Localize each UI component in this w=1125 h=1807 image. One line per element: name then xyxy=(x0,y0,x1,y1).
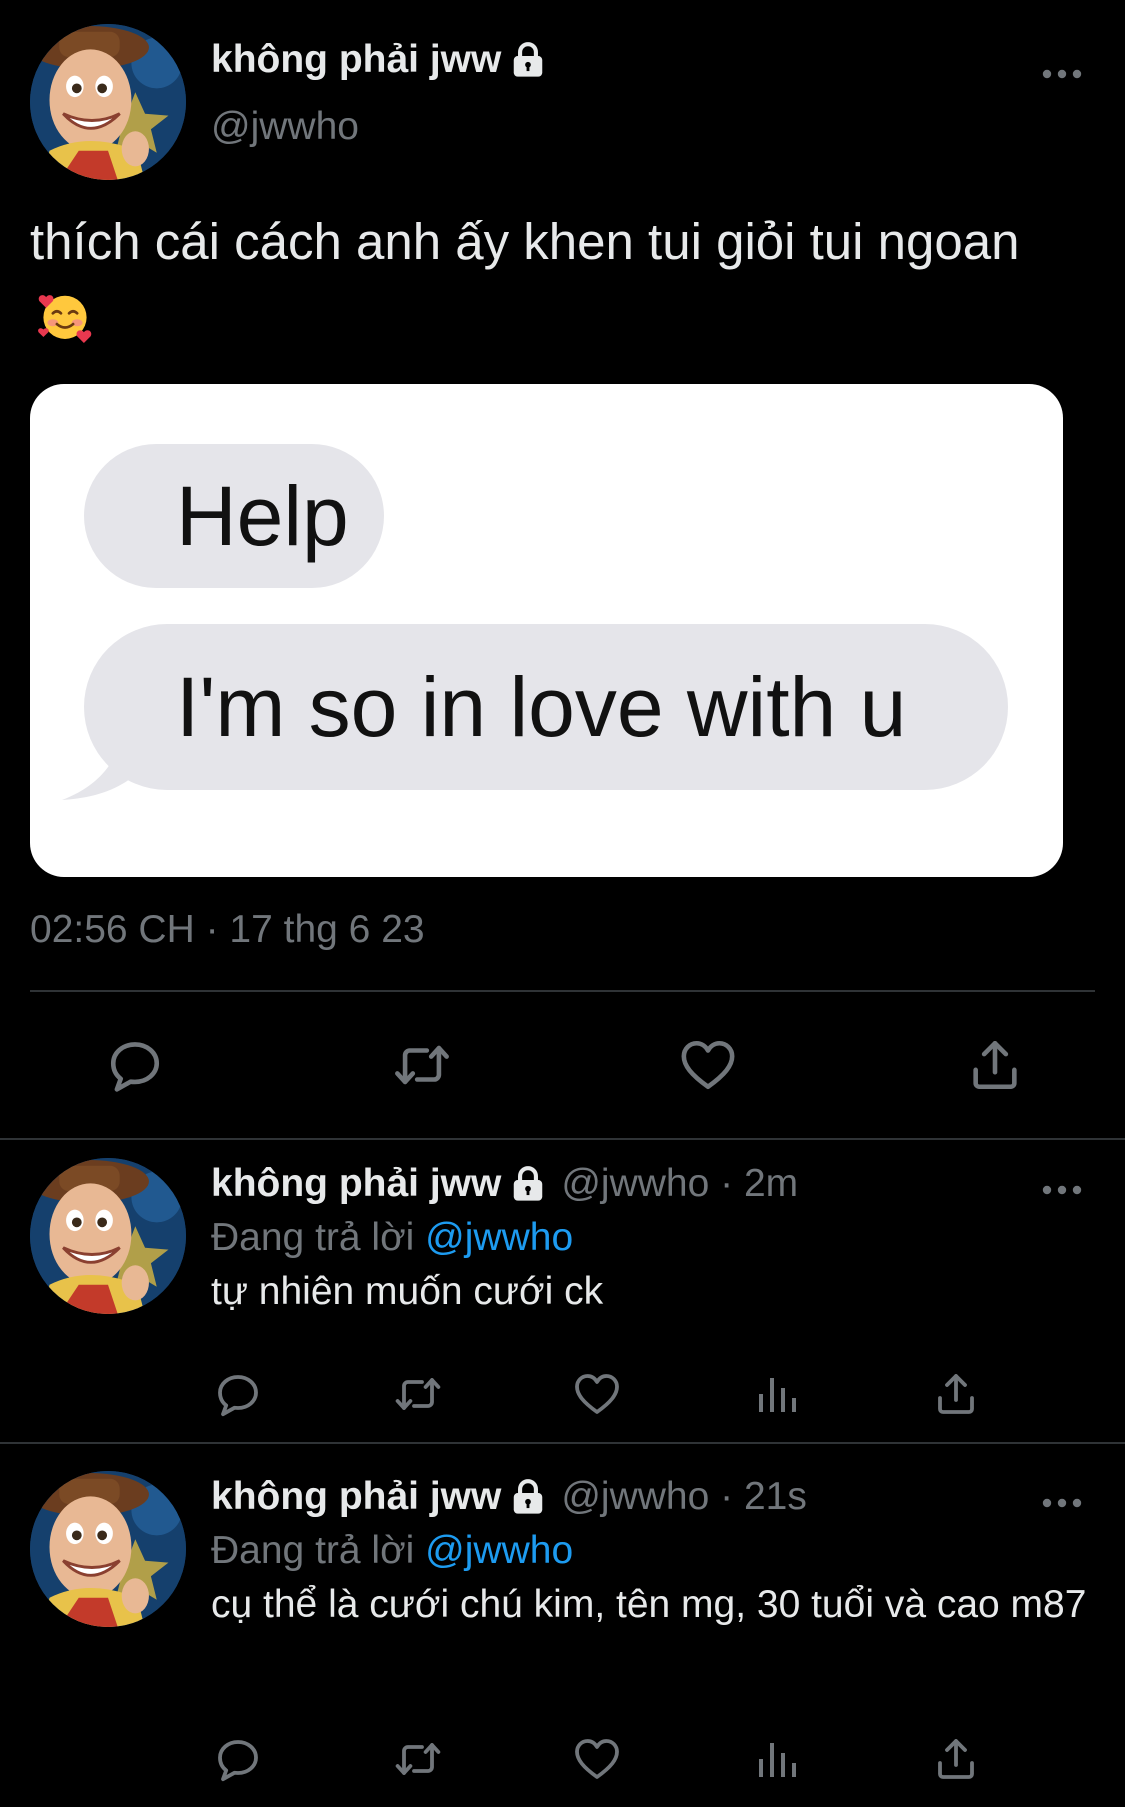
heart-icon xyxy=(679,1036,737,1094)
action-bar xyxy=(212,1733,982,1785)
lock-icon xyxy=(509,1164,547,1204)
avatar[interactable] xyxy=(30,24,186,180)
views-icon xyxy=(753,1735,801,1783)
replying-to-label: Đang trả lời xyxy=(211,1216,415,1259)
lock-icon xyxy=(509,1477,547,1517)
display-name[interactable]: không phải jww xyxy=(211,1162,501,1206)
like-button[interactable] xyxy=(571,1733,623,1785)
retweet-button[interactable] xyxy=(392,1035,452,1095)
smiling-face-with-hearts-icon xyxy=(38,289,92,343)
media-image[interactable]: Help I'm so in love with u xyxy=(30,384,1063,877)
lock-icon xyxy=(509,40,547,80)
action-bar xyxy=(212,1368,982,1420)
tweet-thread-page: không phải jww @jwwho thích cái cách anh… xyxy=(0,0,1125,1807)
heart-icon xyxy=(573,1735,621,1783)
retweet-button[interactable] xyxy=(392,1733,444,1785)
divider xyxy=(30,990,1095,992)
bubble-text: I'm so in love with u xyxy=(176,659,907,754)
author-row: không phải jww @jwwho · 21s xyxy=(211,1475,807,1519)
replying-to: Đang trả lời @jwwho xyxy=(211,1216,573,1260)
avatar[interactable] xyxy=(30,1471,186,1627)
reply-icon xyxy=(214,1370,262,1418)
author-row: không phải jww @jwwho · 2m xyxy=(211,1162,798,1206)
reply-text: cụ thể là cưới chú kim, tên mg, 30 tuổi … xyxy=(211,1583,1087,1626)
retweet-button[interactable] xyxy=(392,1368,444,1420)
display-name[interactable]: không phải jww xyxy=(211,38,501,82)
views-icon xyxy=(753,1370,801,1418)
timestamp[interactable]: 02:56 CH · 17 thg 6 23 xyxy=(30,908,425,952)
mention-link[interactable]: @jwwho xyxy=(425,1529,573,1572)
share-button[interactable] xyxy=(930,1733,982,1785)
more-options-icon[interactable] xyxy=(1040,1493,1084,1513)
reply-icon xyxy=(106,1036,164,1094)
share-button[interactable] xyxy=(965,1035,1025,1095)
handle-and-time[interactable]: @jwwho · 21s xyxy=(561,1475,807,1519)
handle[interactable]: @jwwho xyxy=(211,105,359,149)
author-row: không phải jww xyxy=(211,38,547,82)
like-button[interactable] xyxy=(678,1035,738,1095)
reply-button[interactable] xyxy=(105,1035,165,1095)
bubble-text: Help xyxy=(176,468,349,563)
reply-button[interactable] xyxy=(212,1733,264,1785)
message-bubble-love: I'm so in love with u xyxy=(84,624,1008,790)
avatar[interactable] xyxy=(30,1158,186,1314)
display-name[interactable]: không phải jww xyxy=(211,1475,501,1519)
more-options-icon[interactable] xyxy=(1040,64,1084,84)
share-icon xyxy=(966,1036,1024,1094)
views-button[interactable] xyxy=(751,1368,803,1420)
divider xyxy=(0,1442,1125,1444)
reply-button[interactable] xyxy=(212,1368,264,1420)
replying-to: Đang trả lời @jwwho xyxy=(211,1529,573,1573)
reply-text: tự nhiên muốn cưới ck xyxy=(211,1270,604,1313)
tweet-text: thích cái cách anh ấy khen tui giỏi tui … xyxy=(30,205,1030,353)
heart-icon xyxy=(573,1370,621,1418)
reply-tweet[interactable]: không phải jww @jwwho · 2m Đang trả lời … xyxy=(0,1140,1125,1442)
retweet-icon xyxy=(394,1370,442,1418)
reply-icon xyxy=(214,1735,262,1783)
more-options-icon[interactable] xyxy=(1040,1180,1084,1200)
reply-tweet[interactable]: không phải jww @jwwho · 21s Đang trả lời… xyxy=(0,1453,1125,1807)
replying-to-label: Đang trả lời xyxy=(211,1529,415,1572)
mention-link[interactable]: @jwwho xyxy=(425,1216,573,1259)
action-bar xyxy=(105,1035,1025,1095)
share-button[interactable] xyxy=(930,1368,982,1420)
tweet-text-content: thích cái cách anh ấy khen tui giỏi tui … xyxy=(30,213,1020,270)
views-button[interactable] xyxy=(751,1733,803,1785)
message-bubble-help: Help xyxy=(84,444,384,588)
main-tweet: không phải jww @jwwho thích cái cách anh… xyxy=(0,0,1125,1138)
like-button[interactable] xyxy=(571,1368,623,1420)
handle-and-time[interactable]: @jwwho · 2m xyxy=(561,1162,798,1206)
share-icon xyxy=(932,1735,980,1783)
share-icon xyxy=(932,1370,980,1418)
retweet-icon xyxy=(393,1036,451,1094)
retweet-icon xyxy=(394,1735,442,1783)
